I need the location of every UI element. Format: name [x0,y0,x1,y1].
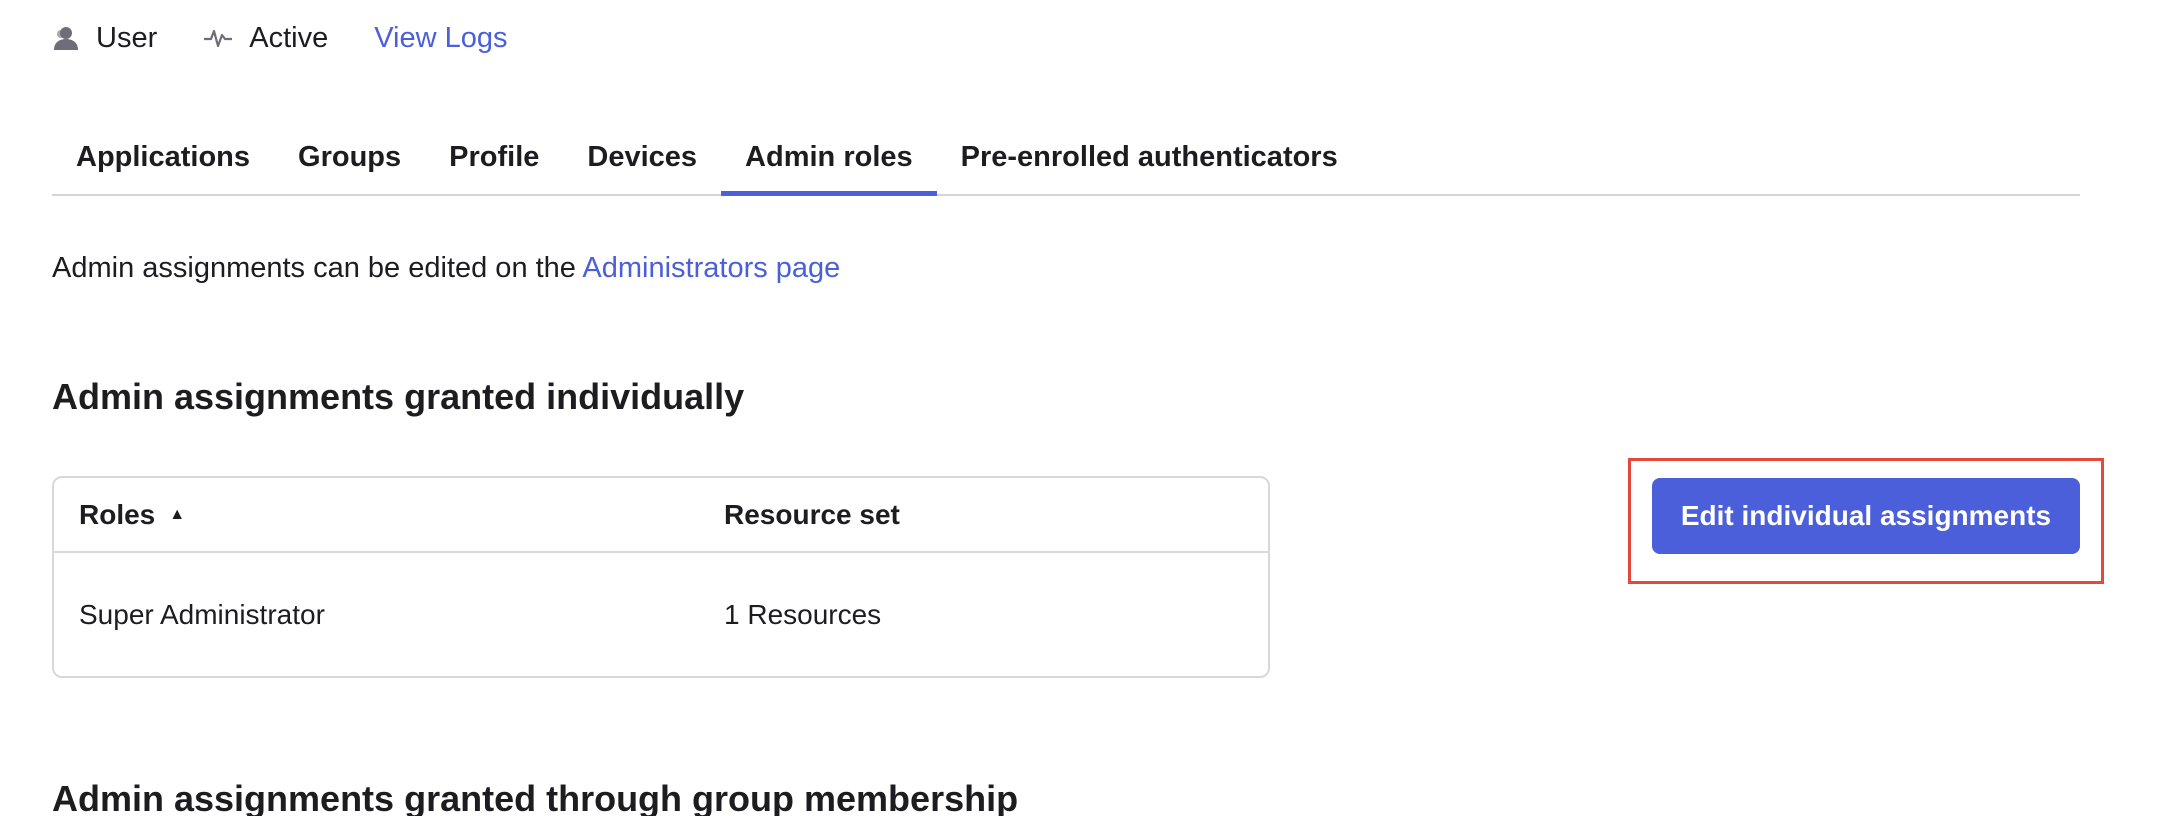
resource-set-column-header: Resource set [724,498,900,530]
user-tabs: Applications Groups Profile Devices Admi… [52,120,2080,196]
administrators-page-link[interactable]: Administrators page [582,252,840,284]
tab-groups[interactable]: Groups [274,120,425,194]
roles-header-label: Roles [79,498,156,530]
user-type: User [52,22,157,55]
individual-assignments-table: Roles ▲ Resource set Super Administrator… [52,476,1270,678]
tab-pre-enrolled-authenticators[interactable]: Pre-enrolled authenticators [937,120,1362,194]
edit-individual-assignments-button[interactable]: Edit individual assignments [1652,478,2080,554]
user-status-row: User Active View Logs [52,14,554,62]
view-logs-item: View Logs [374,22,507,55]
user-status-label: Active [249,21,329,54]
activity-pulse-icon [203,27,233,49]
table-row: Super Administrator 1 Resources [54,553,1268,676]
user-admin-roles-page: User Active View Logs Applications Group… [0,0,2166,816]
roles-column-header[interactable]: Roles ▲ [54,499,724,531]
sort-ascending-icon: ▲ [169,505,186,523]
tab-applications[interactable]: Applications [52,120,274,194]
view-logs-link[interactable]: View Logs [374,22,507,55]
user-status: Active [203,22,328,55]
tab-admin-roles[interactable]: Admin roles [721,120,937,196]
admin-info-label: Admin assignments can be edited on the [52,252,583,284]
user-icon [52,25,80,51]
role-cell: Super Administrator [79,598,325,630]
tab-devices[interactable]: Devices [563,120,721,194]
tab-profile[interactable]: Profile [425,120,563,194]
user-type-label: User [96,21,158,54]
table-header: Roles ▲ Resource set [54,478,1268,553]
group-assignments-title: Admin assignments granted through group … [52,778,1019,816]
admin-info-text: Admin assignments can be edited on the A… [52,252,840,285]
resource-set-cell: 1 Resources [724,598,882,630]
individual-assignments-title: Admin assignments granted individually [52,376,745,417]
